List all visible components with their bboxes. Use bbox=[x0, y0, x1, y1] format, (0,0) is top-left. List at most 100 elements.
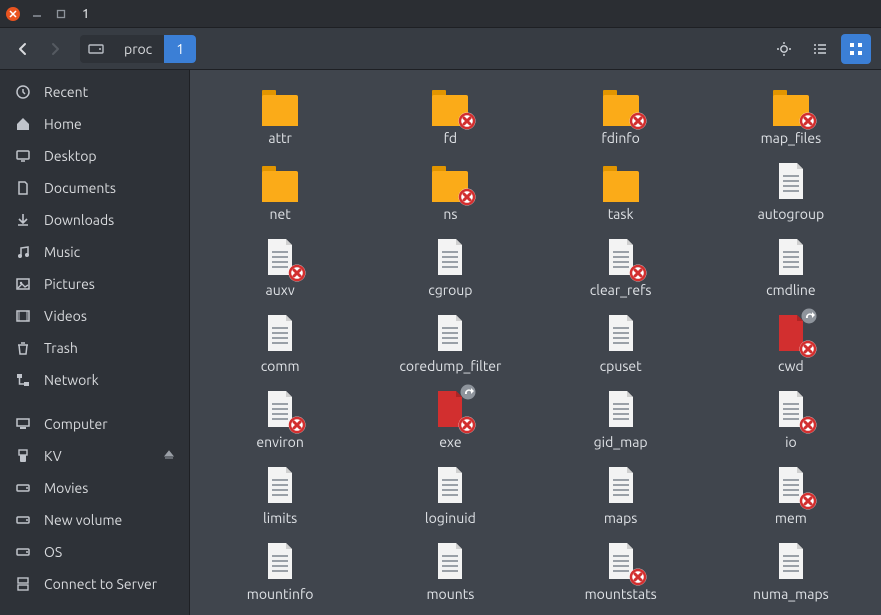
list-view-button[interactable] bbox=[805, 34, 835, 64]
file-item[interactable]: cwd bbox=[711, 312, 871, 374]
file-item[interactable]: environ bbox=[200, 388, 360, 450]
file-item[interactable]: net bbox=[200, 160, 360, 222]
file-item[interactable]: auxv bbox=[200, 236, 360, 298]
sidebar-item-recent[interactable]: Recent bbox=[0, 76, 189, 108]
window-maximize-button[interactable] bbox=[54, 7, 68, 21]
sidebar-item-network[interactable]: Network bbox=[0, 364, 189, 396]
file-item[interactable]: limits bbox=[200, 464, 360, 526]
file-item[interactable]: gid_map bbox=[541, 388, 701, 450]
locate-button[interactable] bbox=[769, 34, 799, 64]
file-icon bbox=[428, 312, 472, 354]
file-item[interactable]: exe bbox=[370, 388, 530, 450]
file-label: auxv bbox=[266, 282, 295, 298]
file-item[interactable]: task bbox=[541, 160, 701, 222]
path-segment-1[interactable]: 1 bbox=[164, 35, 196, 63]
usb-icon bbox=[14, 448, 32, 464]
file-label: io bbox=[785, 434, 797, 450]
file-item[interactable]: autogroup bbox=[711, 160, 871, 222]
file-icon bbox=[769, 464, 813, 506]
sidebar-item-pictures[interactable]: Pictures bbox=[0, 268, 189, 300]
disk-icon bbox=[14, 480, 32, 496]
file-item[interactable]: io bbox=[711, 388, 871, 450]
sidebar-item-connect[interactable]: Connect to Server bbox=[0, 568, 189, 600]
file-icon bbox=[599, 312, 643, 354]
window-close-button[interactable] bbox=[6, 7, 20, 21]
file-label: numa_maps bbox=[753, 586, 829, 602]
file-label: clear_refs bbox=[590, 282, 652, 298]
folder-icon bbox=[599, 84, 643, 126]
sidebar-item-movies[interactable]: Movies bbox=[0, 472, 189, 504]
file-item[interactable]: numa_maps bbox=[711, 540, 871, 602]
sidebar-item-trash[interactable]: Trash bbox=[0, 332, 189, 364]
sidebar-item-desktop[interactable]: Desktop bbox=[0, 140, 189, 172]
sidebar-item-label: Pictures bbox=[44, 276, 95, 292]
file-item[interactable]: clear_refs bbox=[541, 236, 701, 298]
toolbar: proc 1 bbox=[0, 28, 881, 70]
file-item[interactable]: mountinfo bbox=[200, 540, 360, 602]
sidebar-item-label: Home bbox=[44, 116, 82, 132]
path-segment-proc[interactable]: proc bbox=[112, 35, 164, 63]
file-item[interactable]: mem bbox=[711, 464, 871, 526]
file-icon bbox=[258, 312, 302, 354]
video-icon bbox=[14, 308, 32, 324]
file-label: cwd bbox=[778, 358, 804, 374]
file-item[interactable]: cmdline bbox=[711, 236, 871, 298]
file-icon bbox=[769, 388, 813, 430]
file-label: task bbox=[608, 206, 634, 222]
file-label: comm bbox=[261, 358, 300, 374]
file-item[interactable]: attr bbox=[200, 84, 360, 146]
sidebar-item-computer[interactable]: Computer bbox=[0, 408, 189, 440]
file-label: fd bbox=[444, 130, 458, 146]
disk-icon bbox=[14, 512, 32, 528]
sidebar-item-label: Trash bbox=[44, 340, 78, 356]
folder-icon bbox=[428, 160, 472, 202]
server-icon bbox=[14, 576, 32, 592]
home-icon bbox=[14, 116, 32, 132]
file-item[interactable]: fd bbox=[370, 84, 530, 146]
file-item[interactable]: ns bbox=[370, 160, 530, 222]
file-label: mem bbox=[775, 510, 807, 526]
pathbar: proc 1 bbox=[80, 35, 196, 63]
folder-icon bbox=[258, 160, 302, 202]
file-label: coredump_filter bbox=[399, 358, 501, 374]
music-icon bbox=[14, 244, 32, 260]
folder-icon bbox=[258, 84, 302, 126]
sidebar-item-label: New volume bbox=[44, 512, 122, 528]
sidebar-item-label: Connect to Server bbox=[44, 576, 157, 592]
file-label: mountstats bbox=[585, 586, 657, 602]
sidebar-item-label: Computer bbox=[44, 416, 108, 432]
desktop-icon bbox=[14, 148, 32, 164]
sidebar-item-videos[interactable]: Videos bbox=[0, 300, 189, 332]
window-minimize-button[interactable] bbox=[30, 7, 44, 21]
file-item[interactable]: mountstats bbox=[541, 540, 701, 602]
file-item[interactable]: mounts bbox=[370, 540, 530, 602]
sidebar-item-kv[interactable]: KV bbox=[0, 440, 189, 472]
sidebar-item-home[interactable]: Home bbox=[0, 108, 189, 140]
computer-icon bbox=[14, 416, 32, 432]
file-item[interactable]: comm bbox=[200, 312, 360, 374]
eject-icon[interactable] bbox=[163, 448, 175, 464]
file-item[interactable]: cgroup bbox=[370, 236, 530, 298]
forward-button[interactable] bbox=[42, 36, 68, 62]
sidebar-item-os[interactable]: OS bbox=[0, 536, 189, 568]
file-icon bbox=[599, 388, 643, 430]
sidebar-item-label: Videos bbox=[44, 308, 87, 324]
file-item[interactable]: map_files bbox=[711, 84, 871, 146]
file-item[interactable]: loginuid bbox=[370, 464, 530, 526]
sidebar-item-documents[interactable]: Documents bbox=[0, 172, 189, 204]
file-label: attr bbox=[268, 130, 292, 146]
sidebar-item-music[interactable]: Music bbox=[0, 236, 189, 268]
icon-view-button[interactable] bbox=[841, 34, 871, 64]
file-item[interactable]: maps bbox=[541, 464, 701, 526]
sidebar-item-downloads[interactable]: Downloads bbox=[0, 204, 189, 236]
back-button[interactable] bbox=[10, 36, 36, 62]
sidebar-item-newvol[interactable]: New volume bbox=[0, 504, 189, 536]
file-grid: attr fd fdinfomap_filesnetns task autogroup a… bbox=[190, 70, 881, 615]
drive-icon bbox=[80, 42, 112, 56]
file-item[interactable]: fdinfo bbox=[541, 84, 701, 146]
file-label: cpuset bbox=[600, 358, 642, 374]
file-item[interactable]: coredump_filter bbox=[370, 312, 530, 374]
file-item[interactable]: cpuset bbox=[541, 312, 701, 374]
network-icon bbox=[14, 372, 32, 388]
sidebar-item-label: Network bbox=[44, 372, 99, 388]
